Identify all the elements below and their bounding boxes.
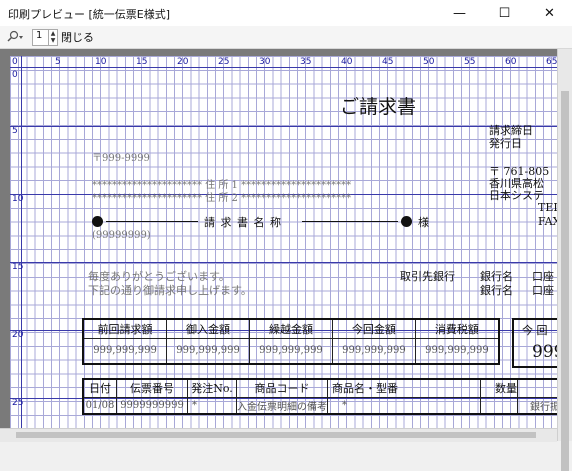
summary-header: 御入金額: [166, 318, 251, 339]
top-ruler-line: [10, 67, 557, 68]
minimize-button[interactable]: —: [437, 0, 482, 26]
account-2: 口座: [532, 284, 554, 297]
summary-value: 999,999,999: [82, 337, 168, 365]
detail-header-row: 日付 伝票番号 発注No. 商品コード 商品名・型番 数量 単: [82, 378, 557, 398]
ruler-label: 25: [12, 398, 24, 408]
ruler-label: 15: [12, 262, 24, 272]
detail-header: 商品名・型番: [327, 378, 481, 398]
summary-value: 999,999,999: [331, 337, 416, 365]
recipient-line: 請 求 書 名 称: [92, 216, 412, 229]
current-label: 今 回: [522, 324, 548, 337]
magnifier-icon: [7, 30, 23, 42]
vertical-scroll-thumb[interactable]: [561, 91, 569, 471]
detail-header: 日付: [82, 378, 117, 398]
ruler-label: 0: [12, 57, 18, 67]
ruler-label: 50: [423, 57, 435, 67]
summary-header: 前回請求額: [82, 318, 168, 339]
ruler-label: 60: [505, 57, 517, 67]
window-title: 印刷プレビュー [統一伝票E様式]: [8, 8, 171, 21]
address-line-2: ********************** 住 所 2 ***********…: [92, 193, 352, 204]
detail-cell: 入金伝票明細の備考: [236, 396, 328, 414]
detail-header: 数量: [480, 378, 518, 398]
ruler-label: 35: [300, 57, 312, 67]
left-ruler-line: [21, 56, 22, 428]
page-number-value[interactable]: 1: [36, 30, 42, 41]
page-spinner[interactable]: 1 ▲ ▼: [32, 29, 58, 46]
summary-header: 繰越金額: [249, 318, 333, 339]
ruler-label: 40: [341, 57, 353, 67]
close-preview-button[interactable]: 閉じる: [61, 29, 94, 45]
current-value: 999: [532, 342, 557, 362]
detail-cell: 9999999999: [116, 396, 188, 414]
ruler-label: 30: [259, 57, 271, 67]
maximize-button[interactable]: ☐: [482, 0, 527, 26]
close-window-button[interactable]: ✕: [527, 0, 572, 26]
bullet-dot: [401, 216, 412, 227]
detail-row: 01/08 9999999999 * 入金伝票明細の備考 * 銀行振込: [82, 396, 557, 414]
invoice-page: 0 5 10 15 20 25 30 35 40 45 50 55 60 65 …: [10, 56, 557, 428]
greeting-line-2: 下記の通り御請求申し上げます。: [88, 284, 252, 297]
summary-value-row: 999,999,999 999,999,999 999,999,999 999,…: [82, 337, 500, 365]
honorific: 様: [418, 216, 429, 229]
customer-number: (99999999): [92, 230, 151, 241]
spinner-arrows[interactable]: ▲ ▼: [48, 30, 57, 45]
detail-cell: [480, 396, 518, 414]
ruler-label: 65: [546, 57, 557, 67]
title-bar: 印刷プレビュー [統一伝票E様式] — ☐ ✕: [0, 0, 572, 27]
bank-label: 取引先銀行: [400, 270, 455, 283]
zoom-button[interactable]: [5, 29, 23, 45]
ruler-label: 5: [12, 126, 18, 136]
ruler-label: 20: [12, 330, 24, 340]
detail-cell: 銀行振込: [517, 396, 557, 414]
detail-header: 商品コード: [236, 378, 328, 398]
detail-header: 単: [517, 378, 557, 398]
ruler-label: 25: [218, 57, 230, 67]
bullet-dot: [92, 216, 103, 227]
summary-value: 999,999,999: [249, 337, 333, 365]
recipient-name: 請 求 書 名 称: [204, 216, 282, 229]
issue-date-label: 発行日: [489, 137, 522, 150]
summary-value: 999,999,999: [414, 337, 500, 365]
detail-cell: *: [187, 396, 237, 414]
rule-line: [302, 221, 398, 222]
ruler-label: 45: [382, 57, 394, 67]
ruler-label: 0: [12, 70, 18, 80]
company-name: 日本システ: [489, 189, 544, 202]
summary-value: 999,999,999: [166, 337, 251, 365]
horizontal-scroll-thumb[interactable]: [16, 432, 536, 438]
detail-cell: 01/08: [82, 396, 117, 414]
bank-name-2: 銀行名: [480, 284, 513, 297]
ruler-label: 15: [136, 57, 148, 67]
customer-postal-code: 〒999-9999: [92, 153, 150, 164]
detail-table: 日付 伝票番号 発注No. 商品コード 商品名・型番 数量 単 01/08 99…: [82, 378, 557, 415]
horizontal-scrollbar[interactable]: [0, 428, 557, 442]
summary-header: 今回金額: [331, 318, 416, 339]
ruler-label: 20: [177, 57, 189, 67]
summary-header: 消費税額: [414, 318, 500, 339]
rule-line: [106, 221, 198, 222]
summary-table: 前回請求額 御入金額 繰越金額 今回金額 消費税額 999,999,999 99…: [82, 318, 500, 365]
summary-header-row: 前回請求額 御入金額 繰越金額 今回金額 消費税額: [82, 318, 500, 339]
vertical-scrollbar[interactable]: [557, 49, 572, 471]
ruler-label: 10: [12, 194, 24, 204]
grid-major-line: [10, 262, 557, 263]
current-amount-box: 今 回 999: [512, 318, 557, 368]
company-fax: FAX: [538, 215, 557, 228]
ruler-label: 5: [55, 57, 61, 67]
detail-header: 発注No.: [187, 378, 237, 398]
invoice-title: ご請求書: [340, 96, 417, 118]
ruler-label: 55: [464, 57, 476, 67]
ruler-label: 10: [95, 57, 107, 67]
grid-major-line: [10, 126, 557, 127]
detail-cell: *: [327, 396, 481, 414]
toolbar: 1 ▲ ▼ 閉じる: [0, 26, 572, 49]
detail-header: 伝票番号: [116, 378, 188, 398]
company-tel: TEL: [538, 201, 557, 214]
